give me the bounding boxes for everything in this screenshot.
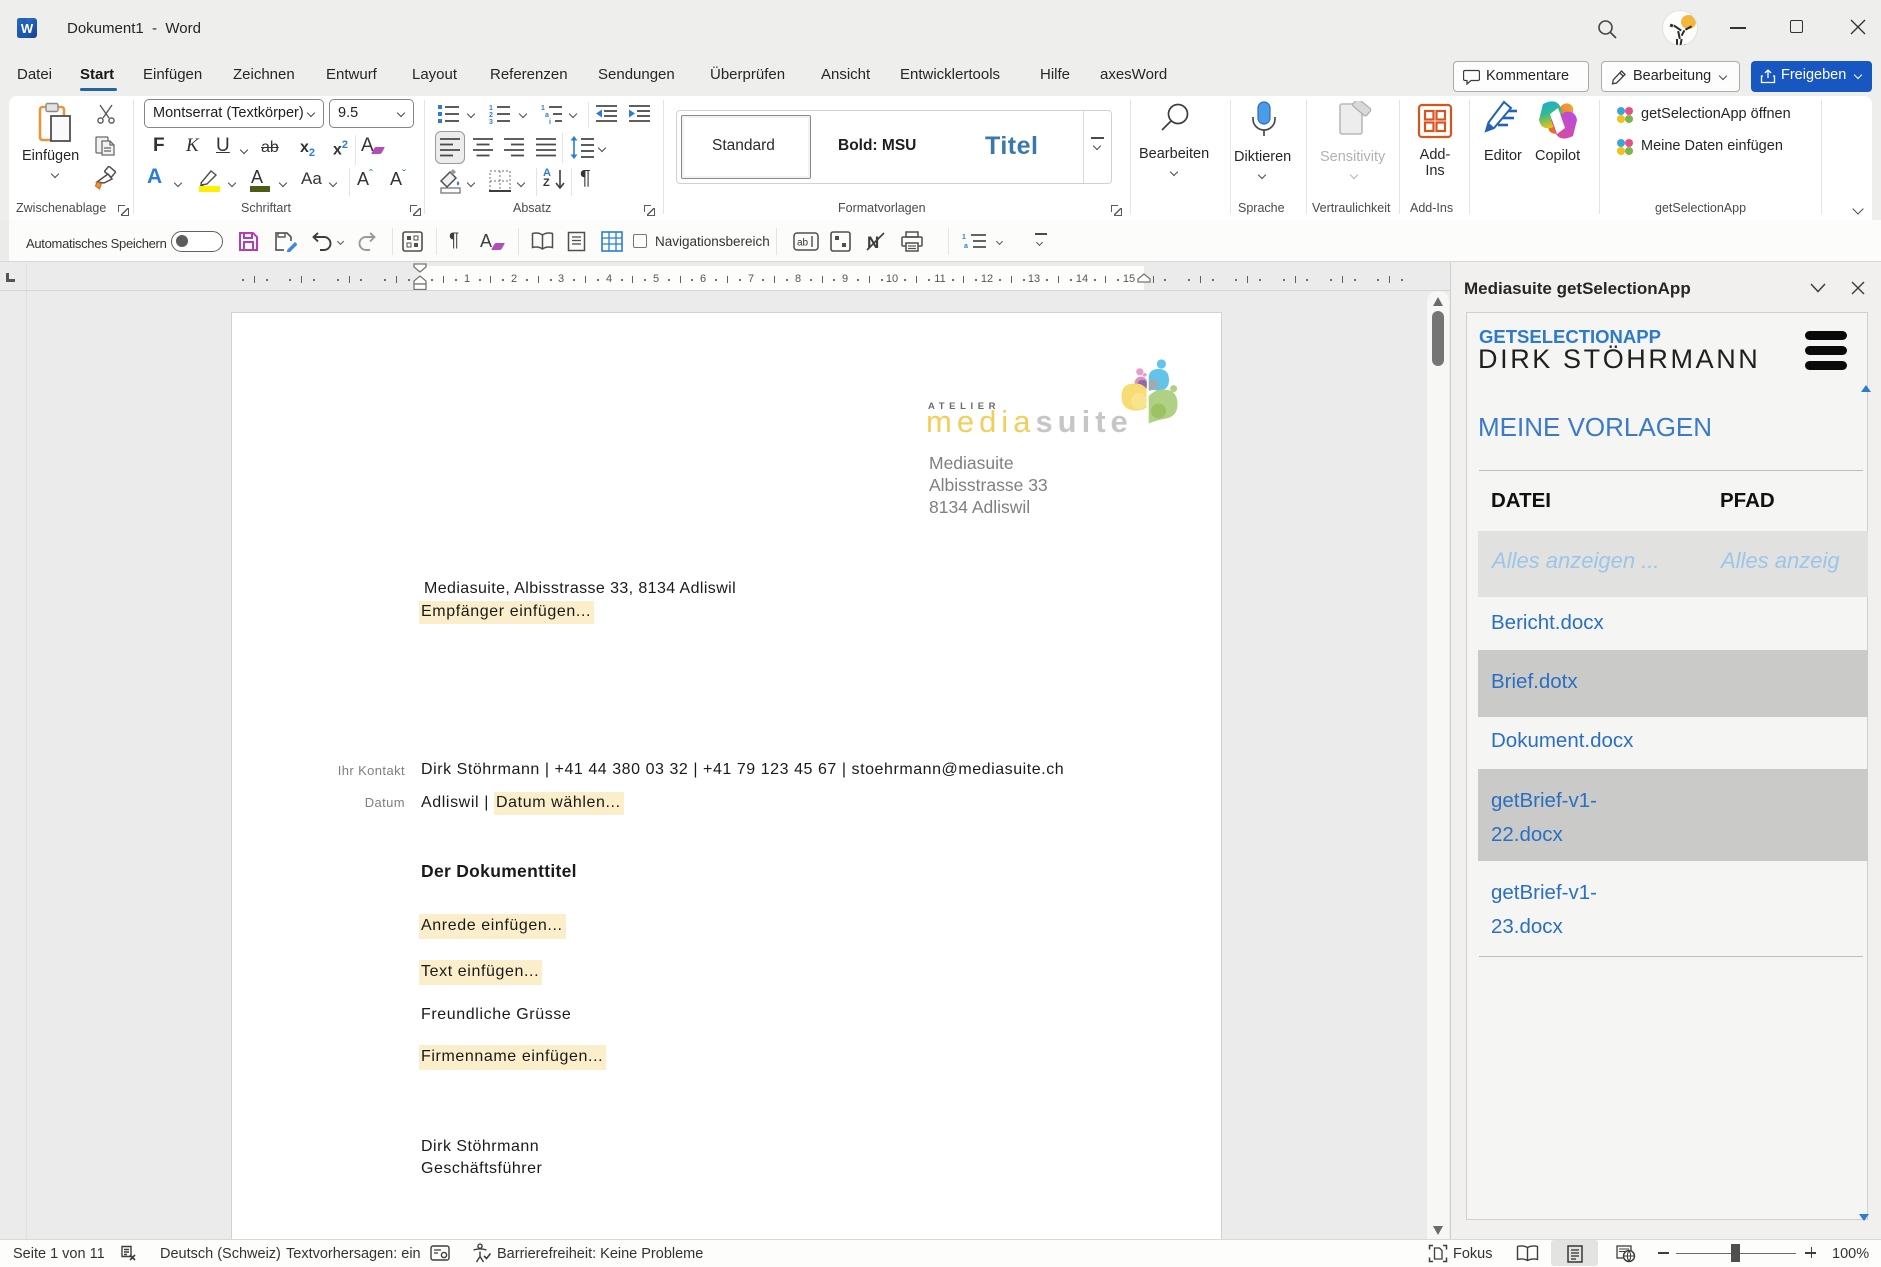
svg-text:1: 1: [962, 234, 966, 241]
svg-text:i: i: [549, 119, 551, 125]
svg-text:a: a: [545, 112, 549, 119]
svg-text:1: 1: [541, 105, 545, 112]
svg-text:ab: ab: [797, 238, 809, 249]
svg-text:2: 2: [489, 112, 493, 119]
svg-text:1: 1: [489, 105, 493, 112]
svg-text:3: 3: [489, 119, 493, 125]
svg-text:a: a: [964, 243, 968, 250]
svg-text:W: W: [21, 21, 34, 36]
